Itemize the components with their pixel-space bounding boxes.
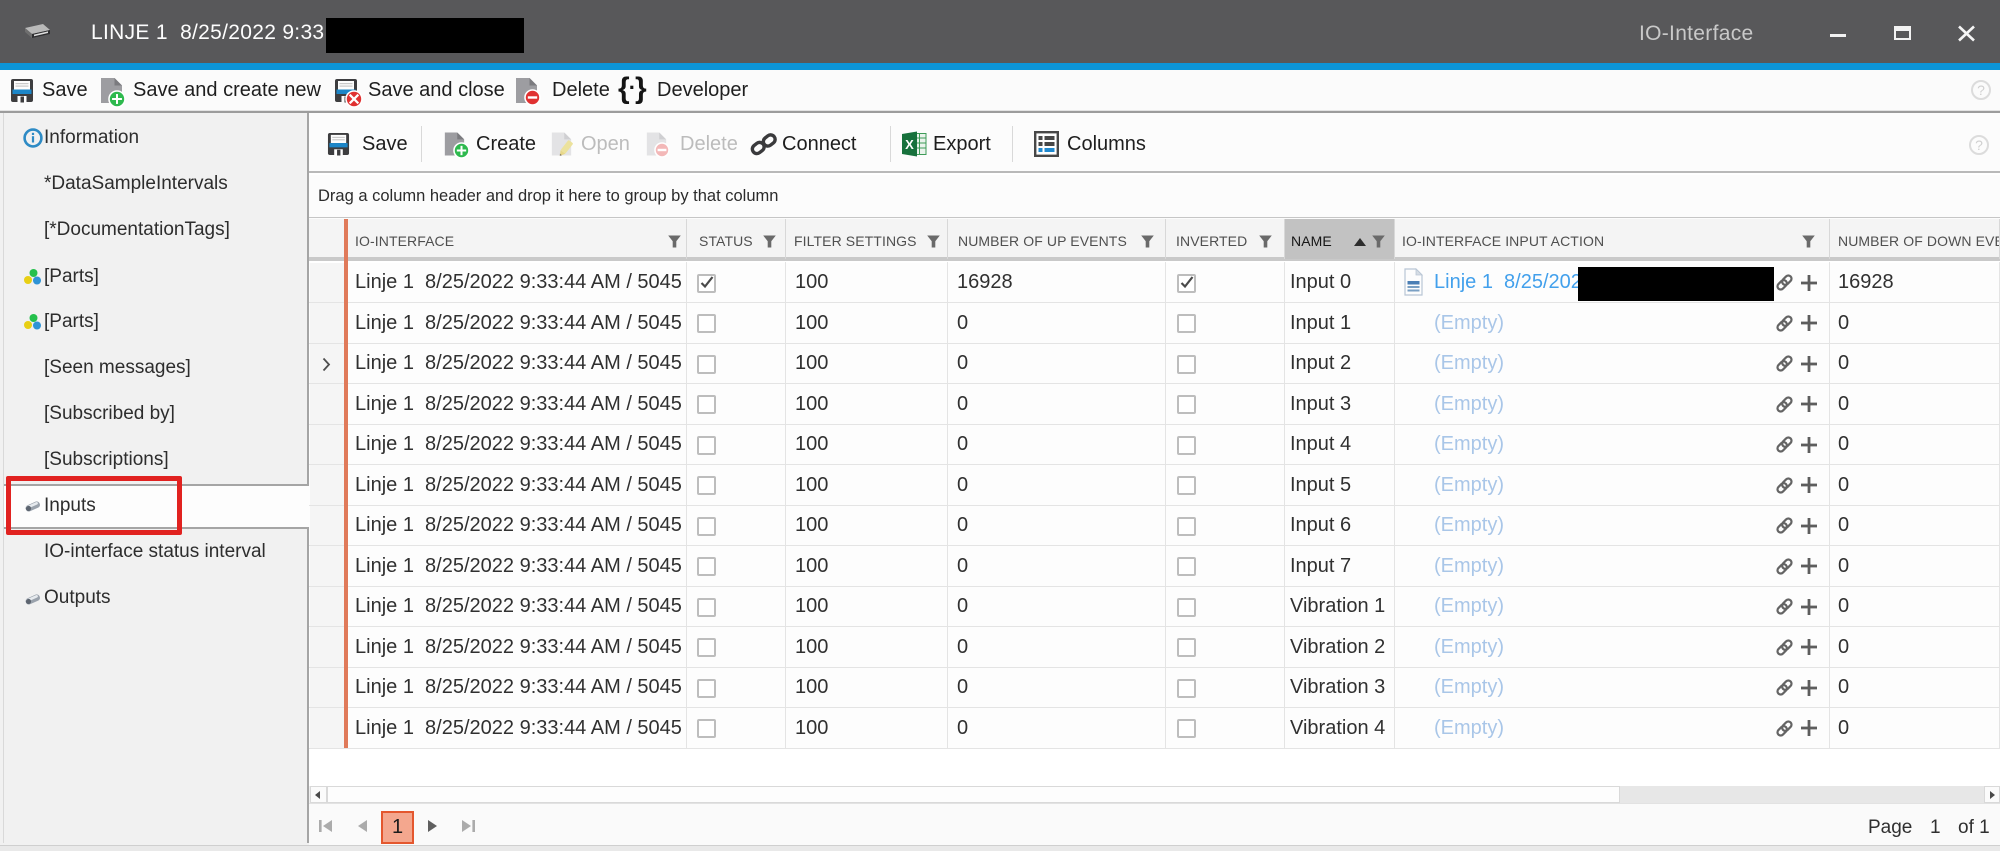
svg-text:X: X [905, 137, 914, 152]
